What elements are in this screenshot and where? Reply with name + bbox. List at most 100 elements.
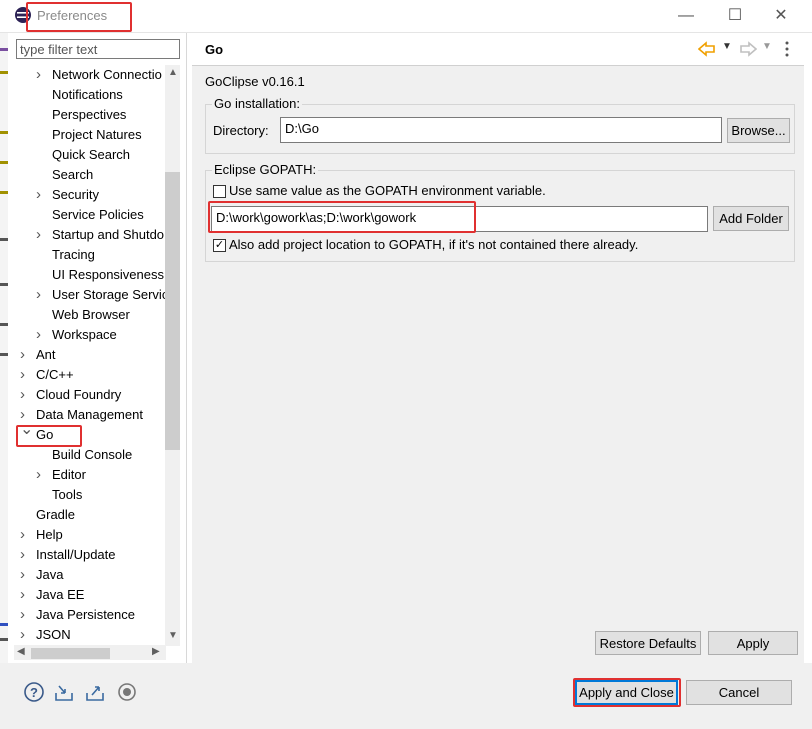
chevron-right-icon[interactable]: › [20, 365, 32, 385]
tree-item[interactable]: › Security [14, 185, 165, 205]
tree-item-label: User Storage Servic [52, 287, 165, 302]
tree-item-label: Java Persistence [36, 607, 135, 622]
tree-item-label: Tracing [52, 247, 95, 262]
panel-divider[interactable] [186, 33, 187, 663]
tree-item-label: Build Console [52, 447, 133, 462]
page-title: Go [205, 42, 224, 57]
tree-item[interactable]: Perspectives [14, 105, 165, 125]
same-gopath-checkbox[interactable] [213, 185, 226, 198]
tree-item[interactable]: Search [14, 165, 165, 185]
view-menu-icon[interactable] [783, 40, 791, 58]
tree-item[interactable]: › Java [14, 565, 165, 585]
tree-item[interactable]: › Install/Update [14, 545, 165, 565]
tree-item[interactable]: Web Browser [14, 305, 165, 325]
tree-item[interactable]: › Network Connectio [14, 65, 165, 85]
directory-label: Directory: [213, 123, 269, 138]
chevron-right-icon[interactable]: › [36, 65, 48, 85]
tree-item[interactable]: Quick Search [14, 145, 165, 165]
directory-field[interactable]: D:\Go [280, 117, 722, 143]
go-installation-title: Go installation: [212, 96, 302, 111]
close-button[interactable]: ✕ [771, 6, 791, 26]
chevron-right-icon[interactable]: › [36, 185, 48, 205]
browse-button[interactable]: Browse... [727, 118, 790, 143]
cancel-button[interactable]: Cancel [686, 680, 792, 705]
tree-item[interactable]: › Data Management [14, 405, 165, 425]
chevron-right-icon[interactable]: › [20, 565, 32, 585]
apply-button[interactable]: Apply [708, 631, 798, 655]
restore-defaults-button[interactable]: Restore Defaults [595, 631, 701, 655]
add-folder-button[interactable]: Add Folder [713, 206, 789, 231]
record-icon[interactable] [116, 681, 138, 703]
eclipse-gopath-title: Eclipse GOPATH: [212, 162, 319, 177]
tree-item-label: Install/Update [36, 547, 116, 562]
chevron-right-icon[interactable]: › [36, 325, 48, 345]
add-project-label: Also add project location to GOPATH, if … [229, 237, 639, 252]
tree-item[interactable]: Service Policies [14, 205, 165, 225]
preferences-tree: › Network Connectio Notifications Perspecti… [14, 65, 165, 645]
chevron-right-icon[interactable]: › [20, 585, 32, 605]
tree-item[interactable]: Project Natures [14, 125, 165, 145]
chevron-right-icon[interactable]: › [20, 605, 32, 625]
tree-item[interactable]: › Cloud Foundry [14, 385, 165, 405]
tree-item-label: Security [52, 187, 99, 202]
apply-close-highlight-box [573, 678, 681, 707]
tree-item-label: Java EE [36, 587, 85, 602]
export-icon[interactable] [84, 681, 106, 703]
scroll-right-icon[interactable]: ▶ [152, 646, 160, 657]
tree-item-label: Ant [36, 347, 56, 362]
chevron-right-icon[interactable]: › [20, 545, 32, 565]
tree-horizontal-scroll-thumb[interactable] [31, 648, 110, 659]
back-dropdown-icon[interactable]: ▼ [722, 41, 732, 52]
add-project-checkbox[interactable]: ✓ [213, 239, 226, 252]
tree-item[interactable]: › Workspace [14, 325, 165, 345]
tree-item[interactable]: › Java Persistence [14, 605, 165, 625]
help-icon[interactable]: ? [23, 681, 45, 703]
tree-item[interactable]: › Ant [14, 345, 165, 365]
maximize-button[interactable]: ☐ [725, 6, 745, 26]
chevron-right-icon[interactable]: › [20, 625, 32, 645]
tree-item[interactable]: › C/C++ [14, 365, 165, 385]
tree-item-label: Data Management [36, 407, 143, 422]
scroll-left-icon[interactable]: ◀ [17, 646, 25, 657]
tree-item-label: UI Responsiveness [52, 267, 164, 282]
forward-arrow-icon[interactable] [739, 41, 757, 57]
tree-item-label: Notifications [52, 87, 123, 102]
tree-item-label: JSON [36, 627, 71, 642]
scroll-down-icon[interactable]: ▼ [168, 630, 178, 641]
chevron-right-icon[interactable]: › [20, 345, 32, 365]
chevron-right-icon[interactable]: › [36, 285, 48, 305]
tree-item[interactable]: › Java EE [14, 585, 165, 605]
tree-vertical-scroll-thumb[interactable] [165, 172, 180, 450]
chevron-right-icon[interactable]: › [20, 385, 32, 405]
tree-item[interactable]: Tracing [14, 245, 165, 265]
svg-text:?: ? [30, 685, 38, 700]
tree-item-label: Web Browser [52, 307, 130, 322]
chevron-right-icon[interactable]: › [20, 525, 32, 545]
tree-item-label: Workspace [52, 327, 117, 342]
filter-input[interactable] [16, 39, 180, 59]
tree-item[interactable]: Notifications [14, 85, 165, 105]
forward-dropdown-icon[interactable]: ▼ [762, 41, 772, 52]
tree-item[interactable]: Build Console [14, 445, 165, 465]
back-arrow-icon[interactable] [698, 41, 716, 57]
scroll-up-icon[interactable]: ▲ [168, 67, 178, 78]
tree-item-label: Quick Search [52, 147, 131, 162]
tree-item-label: Network Connectio [52, 67, 162, 82]
tree-item-label: Search [52, 167, 94, 182]
tree-item[interactable]: Tools [14, 485, 165, 505]
chevron-right-icon[interactable]: › [36, 465, 48, 485]
minimize-button[interactable]: — [676, 6, 696, 26]
tree-item-label: Startup and Shutdo [52, 227, 165, 242]
go-highlight-box [16, 425, 82, 447]
tree-item[interactable]: › Help [14, 525, 165, 545]
tree-item[interactable]: › Editor [14, 465, 165, 485]
tree-item[interactable]: › Startup and Shutdo [14, 225, 165, 245]
tree-item[interactable]: UI Responsiveness [14, 265, 165, 285]
tree-item[interactable]: › User Storage Servic [14, 285, 165, 305]
tree-item-label: Gradle [36, 507, 76, 522]
chevron-right-icon[interactable]: › [36, 225, 48, 245]
tree-item[interactable]: Gradle [14, 505, 165, 525]
import-icon[interactable] [53, 681, 75, 703]
tree-item-label: Tools [52, 487, 83, 502]
tree-item[interactable]: › JSON [14, 625, 165, 645]
